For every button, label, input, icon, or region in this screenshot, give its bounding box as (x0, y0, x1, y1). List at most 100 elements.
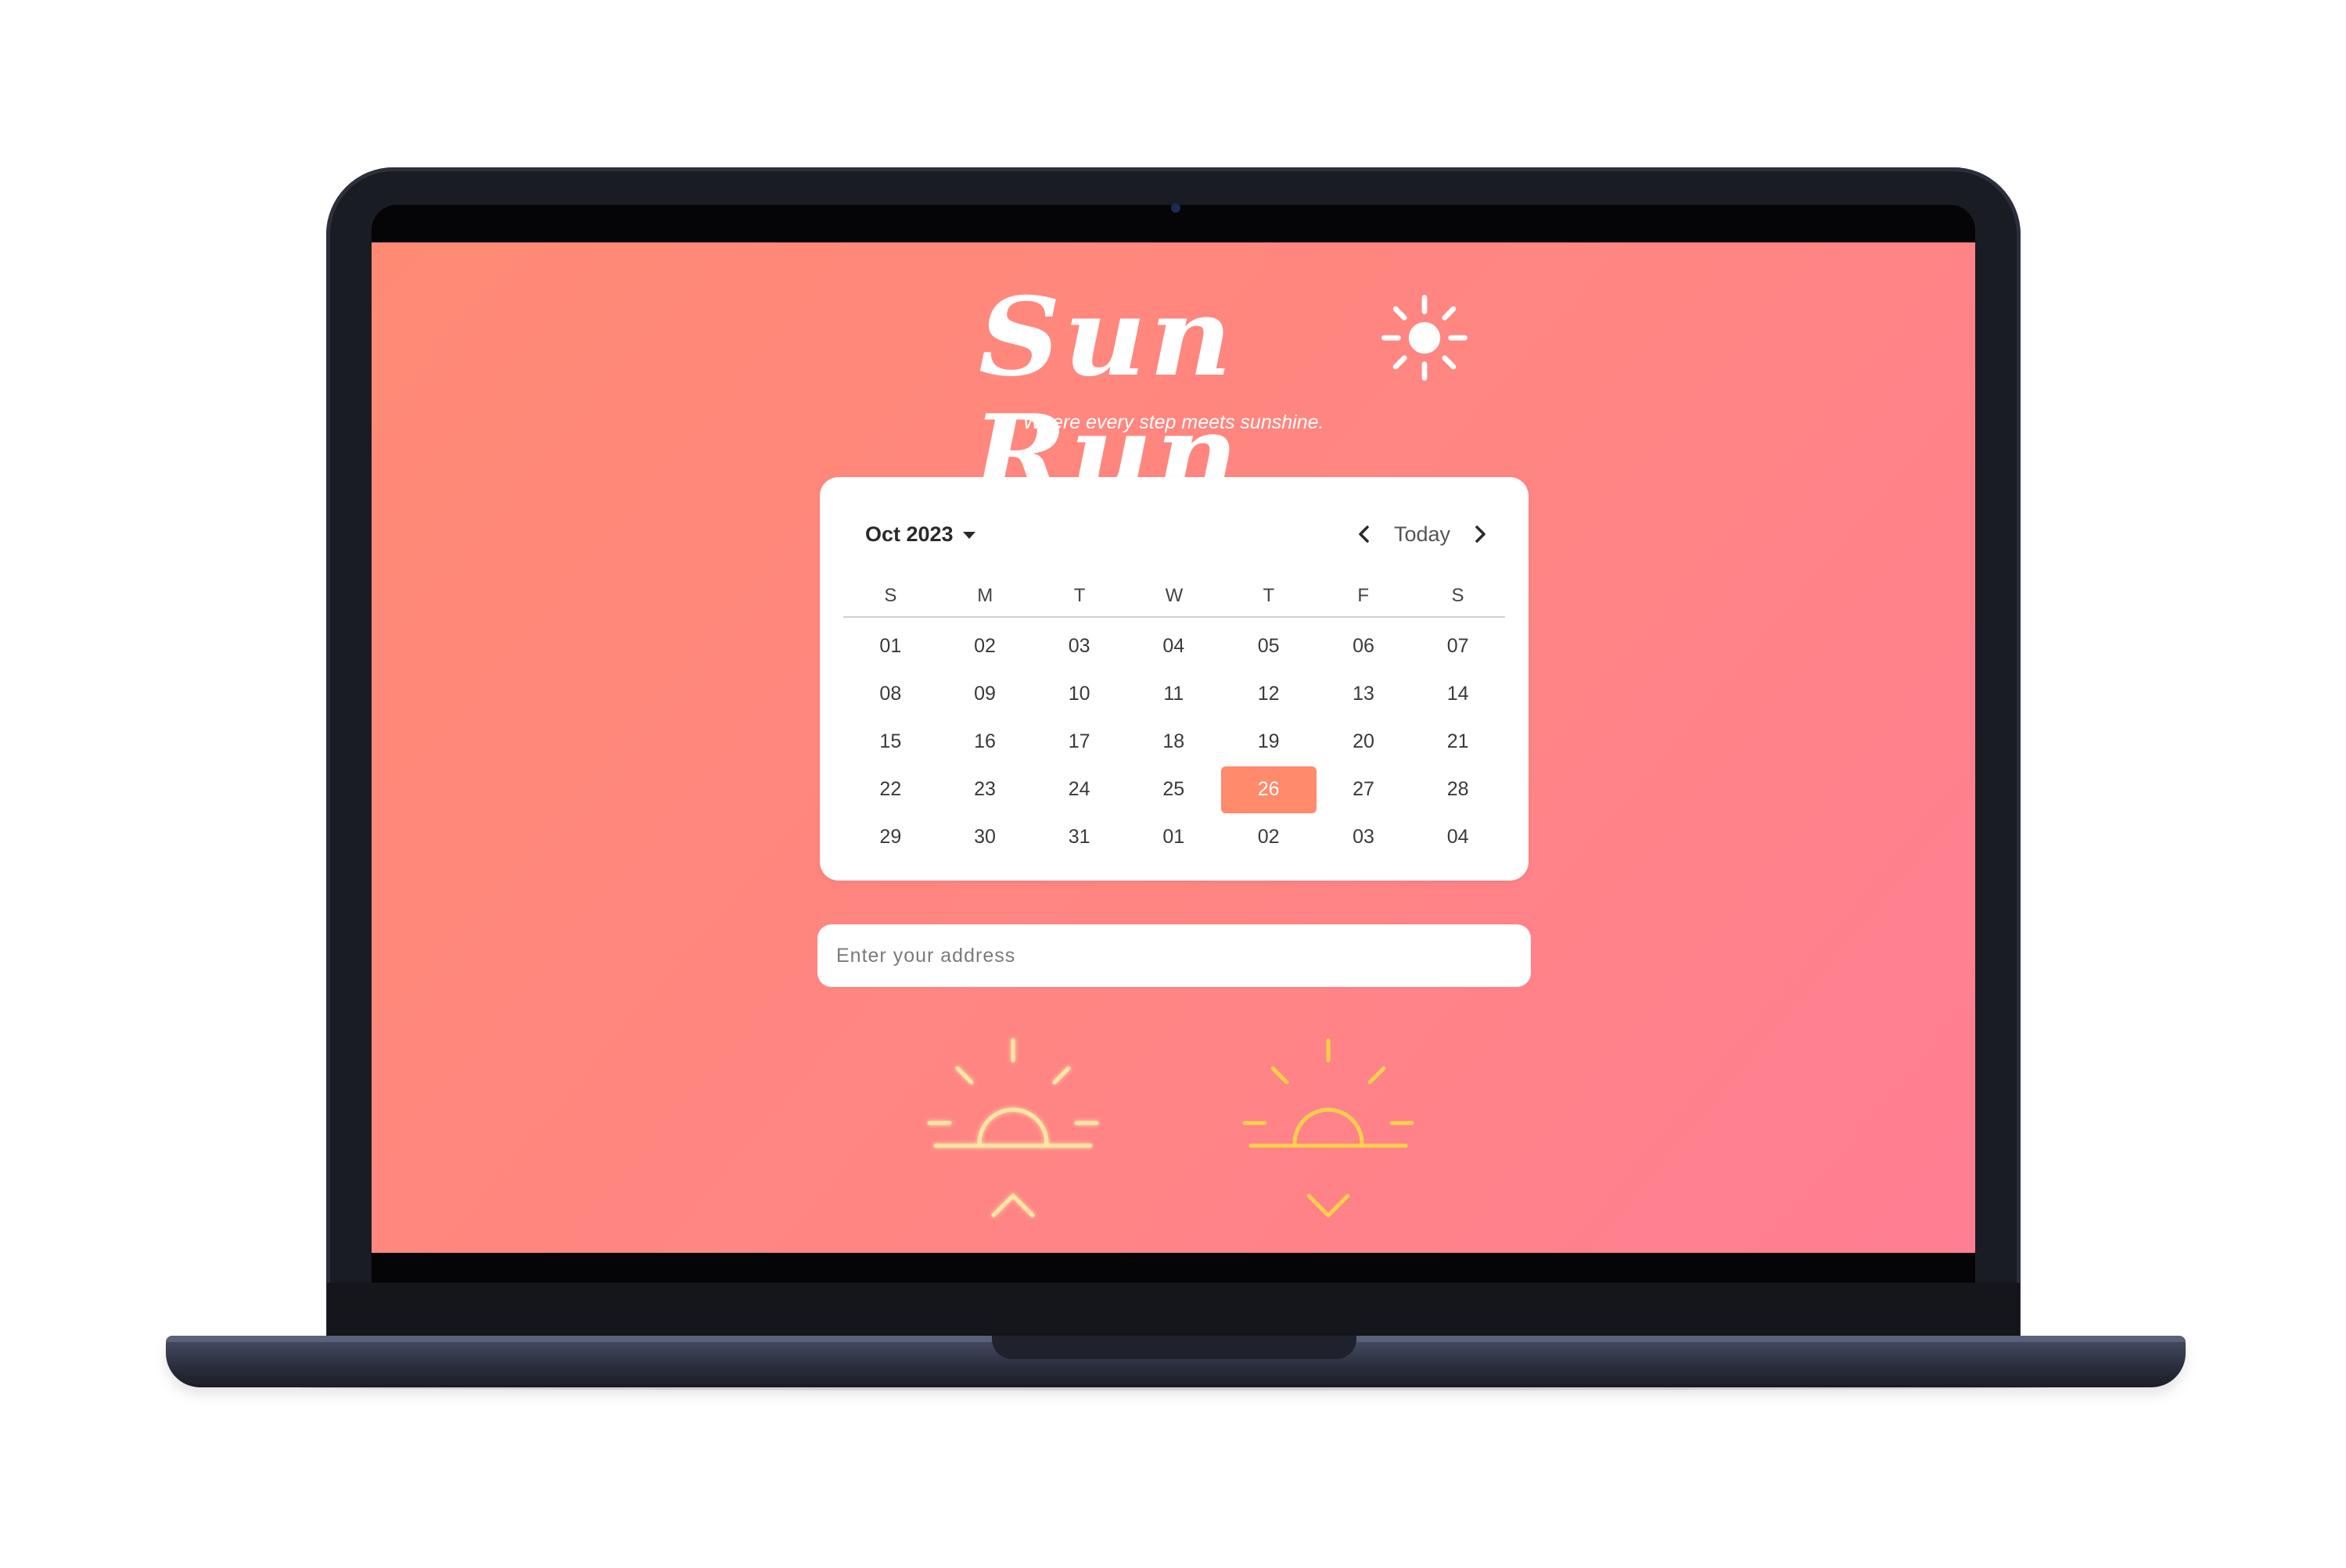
day-number: 03 (1068, 635, 1090, 657)
sunset-button[interactable] (1238, 1032, 1418, 1220)
caret-down-icon (962, 532, 975, 539)
day-cell[interactable]: 12 (1221, 670, 1317, 718)
day-number: 02 (1257, 826, 1280, 848)
address-input[interactable] (817, 924, 1531, 987)
day-number: 20 (1353, 730, 1374, 752)
day-number: 06 (1353, 635, 1374, 657)
weekday-label: M (977, 585, 993, 606)
month-selector[interactable]: Oct 2023 (865, 515, 975, 554)
sunrise-icon (927, 1038, 1099, 1218)
day-number: 10 (1068, 683, 1090, 705)
day-cell[interactable]: 19 (1221, 718, 1317, 766)
day-cell[interactable]: 09 (938, 670, 1033, 718)
day-number: 11 (1163, 683, 1184, 705)
tagline: Where every step meets sunshine. (1022, 411, 1324, 433)
sun-icon (1381, 295, 1468, 381)
chevron-left-icon[interactable] (1352, 522, 1377, 547)
day-cell[interactable]: 25 (1126, 766, 1221, 813)
weekday-label: W (1165, 585, 1184, 606)
day-number: 01 (1162, 826, 1185, 848)
sunrise-button[interactable] (923, 1032, 1103, 1220)
day-cell[interactable]: 14 (1410, 670, 1505, 718)
day-number: 12 (1257, 683, 1280, 705)
day-number: 24 (1068, 778, 1090, 800)
day-number: 17 (1068, 730, 1090, 752)
day-number: 26 (1220, 766, 1317, 813)
day-number: 21 (1446, 730, 1469, 752)
laptop-thumb-notch (992, 1336, 1356, 1359)
day-cell[interactable]: 28 (1410, 766, 1505, 813)
day-cell[interactable]: 05 (1221, 623, 1317, 670)
day-number: 29 (879, 826, 902, 848)
day-cell[interactable]: 24 (1032, 766, 1126, 813)
calendar-nav: Today (1352, 515, 1493, 554)
day-cell[interactable]: 08 (843, 670, 938, 718)
day-cell[interactable]: 02 (938, 623, 1033, 670)
day-cell[interactable]: 16 (938, 718, 1033, 766)
day-cell[interactable]: 01 (1126, 813, 1221, 861)
day-cell[interactable]: 04 (1126, 623, 1221, 670)
day-number: 05 (1257, 635, 1280, 657)
day-number: 30 (974, 826, 996, 848)
day-cell[interactable]: 18 (1126, 718, 1221, 766)
day-number: 01 (879, 635, 902, 657)
divider (843, 616, 1505, 618)
day-cell[interactable]: 27 (1317, 766, 1411, 813)
day-cell[interactable]: 22 (843, 766, 938, 813)
day-number: 02 (974, 635, 996, 657)
chevron-right-icon[interactable] (1468, 522, 1493, 547)
weekday-label: T (1263, 585, 1275, 606)
header: Sun Run (372, 278, 1975, 513)
day-number: 22 (879, 778, 902, 800)
sunset-icon (1242, 1038, 1414, 1218)
weekday-label: S (1451, 585, 1464, 606)
day-number: 07 (1446, 635, 1469, 657)
day-cell[interactable]: 11 (1126, 670, 1221, 718)
weekday-label: T (1073, 585, 1086, 606)
day-cell[interactable]: 23 (938, 766, 1033, 813)
day-cell[interactable]: 03 (1317, 813, 1411, 861)
day-cell[interactable]: 30 (938, 813, 1033, 861)
calendar-card: Oct 2023 Today SMTWTFS 01 02 03 04 05 06 07 08 0… (820, 477, 1529, 881)
day-cell[interactable]: 29 (843, 813, 938, 861)
day-cell[interactable]: 17 (1032, 718, 1126, 766)
day-number: 13 (1353, 683, 1374, 705)
day-cell[interactable]: 04 (1410, 813, 1505, 861)
laptop-chin (327, 1283, 2020, 1337)
day-cell-selected[interactable]: 26 (1220, 766, 1317, 813)
day-cell[interactable]: 20 (1317, 718, 1411, 766)
day-cell[interactable]: 06 (1317, 623, 1411, 670)
day-number: 03 (1353, 826, 1374, 848)
day-cell[interactable]: 21 (1410, 718, 1505, 766)
day-number: 15 (879, 730, 902, 752)
day-cell[interactable]: 13 (1317, 670, 1411, 718)
day-cell[interactable]: 15 (843, 718, 938, 766)
mockup-stage: Sun Run Where every step meets sunshine. (0, 0, 2346, 1568)
day-cell[interactable]: 03 (1032, 623, 1126, 670)
day-cell[interactable]: 02 (1221, 813, 1317, 861)
day-cell[interactable]: 31 (1032, 813, 1126, 861)
laptop-shadow (297, 1384, 2050, 1390)
today-button[interactable]: Today (1394, 522, 1450, 547)
day-grid: 01 02 03 04 05 06 07 08 09 10 11 12 13 14 15 16 17 18 19 20… (843, 623, 1505, 861)
day-number: 19 (1257, 730, 1280, 752)
day-cell[interactable]: 10 (1032, 670, 1126, 718)
app-screen: Sun Run Where every step meets sunshine. (372, 242, 1975, 1253)
weekday-label: F (1357, 585, 1370, 606)
day-number: 16 (974, 730, 996, 752)
calendar-header: Oct 2023 Today (820, 515, 1529, 554)
day-number: 23 (974, 778, 996, 800)
month-label: Oct 2023 (865, 522, 954, 546)
day-number: 04 (1162, 635, 1185, 657)
day-cell[interactable]: 01 (843, 623, 938, 670)
weekday-header: SMTWTFS (843, 585, 1505, 607)
day-number: 28 (1446, 778, 1469, 800)
weekday-label: S (884, 585, 897, 606)
day-number: 18 (1162, 730, 1185, 752)
day-number: 31 (1068, 826, 1090, 848)
day-number: 14 (1446, 683, 1469, 705)
day-cell[interactable]: 07 (1410, 623, 1505, 670)
day-number: 09 (974, 683, 996, 705)
day-number: 25 (1162, 778, 1185, 800)
camera-icon (1171, 203, 1180, 213)
